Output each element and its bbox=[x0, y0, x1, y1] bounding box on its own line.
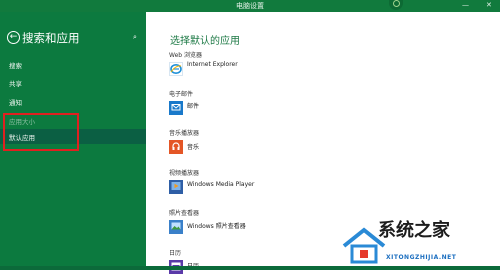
category-label-email: 电子邮件 bbox=[169, 91, 194, 98]
title-bar: 电脑设置 — ✕ bbox=[0, 0, 500, 12]
window-title: 电脑设置 bbox=[236, 2, 264, 10]
photo-viewer-icon[interactable] bbox=[169, 220, 183, 234]
watermark-domain: XITONGZHIJIA.NET bbox=[386, 254, 457, 261]
category-label-web-browser: Web 浏览器 bbox=[169, 52, 202, 59]
sidebar-item-share[interactable]: 共享 bbox=[9, 78, 22, 88]
back-button[interactable]: ← bbox=[7, 31, 20, 44]
search-icon[interactable]: ⌕ bbox=[133, 33, 137, 42]
highlight-annotation bbox=[3, 113, 79, 151]
media-player-icon[interactable] bbox=[169, 180, 183, 194]
app-name-email[interactable]: 邮件 bbox=[187, 101, 199, 110]
app-name-video[interactable]: Windows Media Player bbox=[187, 181, 254, 188]
app-name-music[interactable]: 音乐 bbox=[187, 142, 199, 151]
page-title: 选择默认的应用 bbox=[170, 36, 240, 47]
taskbar-edge bbox=[0, 266, 500, 270]
app-name-web-browser[interactable]: Internet Explorer bbox=[187, 61, 238, 68]
sidebar-title: 搜索和应用 bbox=[22, 31, 80, 45]
category-label-photo: 照片查看器 bbox=[169, 210, 200, 217]
mail-icon[interactable] bbox=[169, 101, 183, 115]
category-label-music: 音乐播放器 bbox=[169, 130, 200, 137]
watermark-brand: 系统之家 bbox=[378, 220, 450, 241]
close-button[interactable]: ✕ bbox=[486, 1, 492, 9]
app-name-photo[interactable]: Windows 照片查看器 bbox=[187, 221, 246, 230]
category-label-video: 视频播放器 bbox=[169, 170, 200, 177]
sidebar-item-notifications[interactable]: 通知 bbox=[9, 97, 22, 107]
sidebar-item-search[interactable]: 搜索 bbox=[9, 60, 22, 70]
music-icon[interactable] bbox=[169, 140, 183, 154]
ie-icon[interactable] bbox=[169, 62, 183, 76]
minimize-button[interactable]: — bbox=[462, 1, 469, 9]
watermark: 系统之家 XITONGZHIJIA.NET bbox=[340, 214, 500, 270]
category-label-calendar: 日历 bbox=[169, 250, 182, 257]
